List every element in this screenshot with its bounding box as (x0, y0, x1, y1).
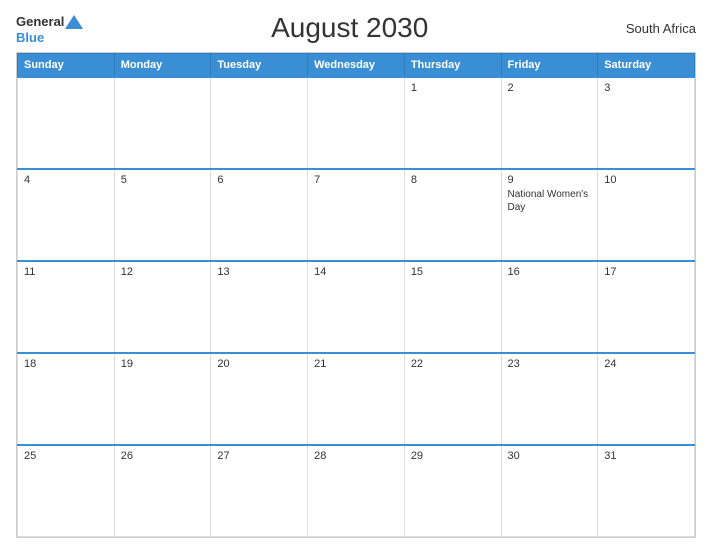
day-number: 19 (121, 358, 205, 370)
day-number: 7 (314, 174, 398, 186)
calendar-cell (308, 77, 405, 169)
calendar-cell: 30 (501, 445, 598, 537)
header-friday: Friday (501, 54, 598, 78)
calendar-cell (211, 77, 308, 169)
day-number: 3 (604, 82, 688, 94)
header-thursday: Thursday (404, 54, 501, 78)
country-label: South Africa (616, 21, 696, 36)
header-saturday: Saturday (598, 54, 695, 78)
calendar: Sunday Monday Tuesday Wednesday Thursday… (16, 52, 696, 538)
event-label: National Women's Day (508, 188, 592, 214)
calendar-title: August 2030 (83, 12, 616, 44)
header-wednesday: Wednesday (308, 54, 405, 78)
calendar-cell: 27 (211, 445, 308, 537)
calendar-cell: 14 (308, 261, 405, 353)
calendar-cell: 24 (598, 353, 695, 445)
day-number: 27 (217, 450, 301, 462)
day-number: 4 (24, 174, 108, 186)
calendar-cell: 3 (598, 77, 695, 169)
calendar-week-row: 25 26 27 28 29 30 31 (18, 445, 695, 537)
calendar-cell: 20 (211, 353, 308, 445)
day-number: 30 (508, 450, 592, 462)
day-number: 21 (314, 358, 398, 370)
day-number: 25 (24, 450, 108, 462)
calendar-cell: 25 (18, 445, 115, 537)
day-number: 17 (604, 266, 688, 278)
calendar-cell: 8 (404, 169, 501, 261)
calendar-cell: 31 (598, 445, 695, 537)
day-number: 12 (121, 266, 205, 278)
day-number: 16 (508, 266, 592, 278)
day-number: 28 (314, 450, 398, 462)
day-number: 2 (508, 82, 592, 94)
logo-blue: Blue (16, 31, 44, 44)
calendar-cell: 22 (404, 353, 501, 445)
day-number: 6 (217, 174, 301, 186)
day-number: 11 (24, 266, 108, 278)
calendar-cell: 15 (404, 261, 501, 353)
calendar-cell: 10 (598, 169, 695, 261)
calendar-cell: 12 (114, 261, 211, 353)
header: General Blue August 2030 South Africa (16, 12, 696, 44)
calendar-cell: 4 (18, 169, 115, 261)
header-monday: Monday (114, 54, 211, 78)
calendar-header-row: Sunday Monday Tuesday Wednesday Thursday… (18, 54, 695, 78)
calendar-cell: 29 (404, 445, 501, 537)
day-number: 14 (314, 266, 398, 278)
calendar-cell: 2 (501, 77, 598, 169)
day-number: 26 (121, 450, 205, 462)
day-number: 31 (604, 450, 688, 462)
calendar-week-row: 1 23 (18, 77, 695, 169)
calendar-cell: 26 (114, 445, 211, 537)
day-number: 1 (411, 82, 495, 94)
calendar-week-row: 18 19 20 21 22 23 24 (18, 353, 695, 445)
day-number: 9 (508, 174, 592, 186)
header-sunday: Sunday (18, 54, 115, 78)
calendar-cell: 17 (598, 261, 695, 353)
calendar-cell: 13 (211, 261, 308, 353)
day-number: 13 (217, 266, 301, 278)
calendar-cell: 28 (308, 445, 405, 537)
calendar-cell: 9 National Women's Day (501, 169, 598, 261)
page: General Blue August 2030 South Africa Su… (0, 0, 712, 550)
calendar-cell (114, 77, 211, 169)
logo-triangle-icon (65, 13, 83, 31)
calendar-cell: 19 (114, 353, 211, 445)
day-number: 15 (411, 266, 495, 278)
day-number: 23 (508, 358, 592, 370)
calendar-cell: 11 (18, 261, 115, 353)
day-number: 22 (411, 358, 495, 370)
day-number: 29 (411, 450, 495, 462)
day-number: 24 (604, 358, 688, 370)
day-number: 20 (217, 358, 301, 370)
day-number: 5 (121, 174, 205, 186)
calendar-cell: 6 (211, 169, 308, 261)
logo-general: General (16, 15, 64, 28)
day-number: 10 (604, 174, 688, 186)
calendar-cell: 18 (18, 353, 115, 445)
calendar-cell: 1 (404, 77, 501, 169)
calendar-week-row: 11 12 13 14 15 16 17 (18, 261, 695, 353)
calendar-cell: 23 (501, 353, 598, 445)
logo: General Blue (16, 13, 83, 44)
calendar-cell (18, 77, 115, 169)
day-number: 18 (24, 358, 108, 370)
header-tuesday: Tuesday (211, 54, 308, 78)
calendar-cell: 16 (501, 261, 598, 353)
calendar-cell: 7 (308, 169, 405, 261)
calendar-week-row: 4 56 7 8 9 National Women's Day 10 (18, 169, 695, 261)
calendar-cell: 5 (114, 169, 211, 261)
calendar-cell: 21 (308, 353, 405, 445)
day-number: 8 (411, 174, 495, 186)
